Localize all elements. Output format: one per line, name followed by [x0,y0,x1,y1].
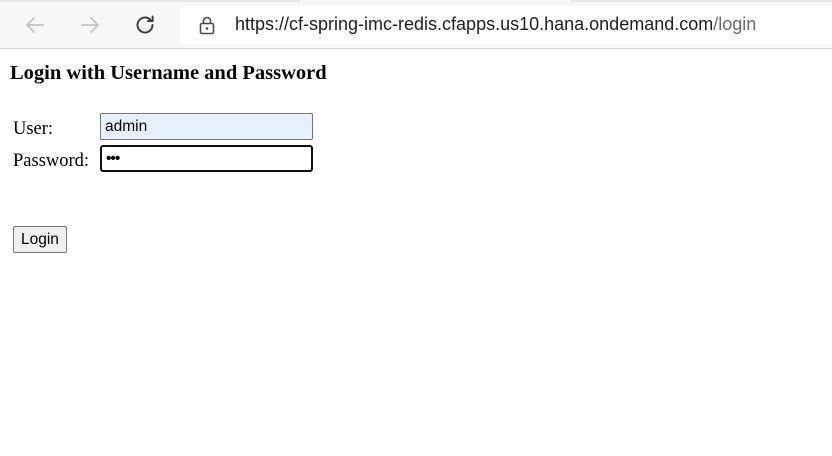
address-bar[interactable]: https://cf-spring-imc-redis.cfapps.us10.… [180,6,832,44]
tab-strip-edge [0,0,832,2]
password-row: Password: [13,145,333,178]
lock-icon[interactable] [197,15,217,35]
reload-icon [136,15,154,34]
back-button[interactable] [19,9,51,41]
url-text[interactable]: https://cf-spring-imc-redis.cfapps.us10.… [235,13,756,35]
reload-button[interactable] [129,9,161,41]
password-input[interactable] [100,145,313,172]
url-host: https://cf-spring-imc-redis.cfapps.us10.… [235,14,714,34]
browser-toolbar: https://cf-spring-imc-redis.cfapps.us10.… [0,0,832,49]
forward-button[interactable] [74,9,106,41]
user-label: User: [13,119,54,139]
login-button[interactable]: Login [13,226,67,253]
page-title: Login with Username and Password [10,62,327,84]
arrow-right-icon [81,17,99,33]
username-input[interactable] [100,113,313,140]
arrow-left-icon [26,17,44,33]
password-label: Password: [13,151,90,171]
url-path: /login [713,14,757,34]
